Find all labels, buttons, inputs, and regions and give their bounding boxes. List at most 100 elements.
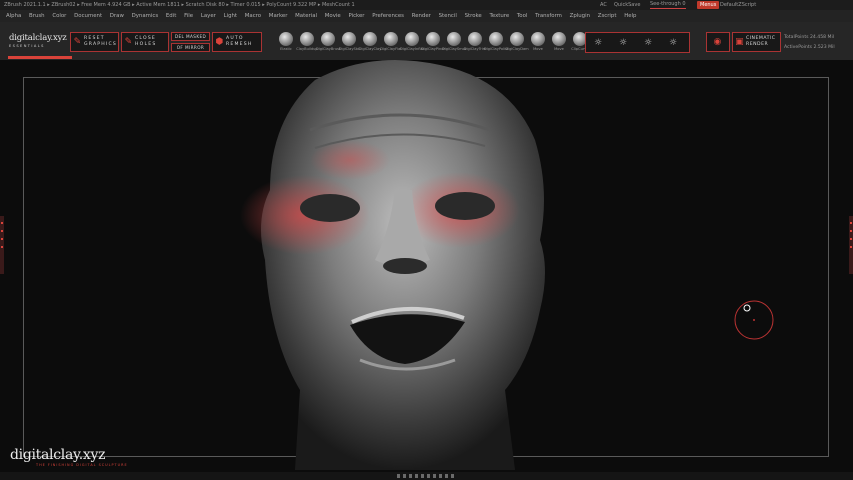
brush-slot[interactable]: DigiClayDam bbox=[505, 30, 529, 54]
menu-bar: Alpha Brush Color Document Draw Dynamics… bbox=[0, 10, 853, 22]
active-points: ActivePoints 2.523 Mil bbox=[784, 45, 835, 50]
menu-layer[interactable]: Layer bbox=[201, 10, 216, 22]
brush-slot[interactable]: DigiClayStd bbox=[339, 30, 359, 54]
del-masked-button[interactable]: DEL MASKED bbox=[171, 32, 210, 41]
brush-slot[interactable]: DigiClayClay bbox=[359, 30, 381, 54]
menu-render[interactable]: Render bbox=[412, 10, 431, 22]
del-masked-group: DEL MASKED OF MIRROR bbox=[171, 32, 210, 52]
logo-text: digitalclay.xyz bbox=[9, 33, 67, 43]
menu-texture[interactable]: Texture bbox=[489, 10, 509, 22]
menu-help[interactable]: Help bbox=[624, 10, 636, 22]
head-bust bbox=[240, 60, 545, 470]
menu-file[interactable]: File bbox=[184, 10, 193, 22]
brush-ball-icon bbox=[510, 32, 524, 46]
wand-icon: ✎ bbox=[73, 37, 83, 47]
brush-slot[interactable]: DigiClayPinch bbox=[421, 30, 445, 54]
of-mirror-button[interactable]: OF MIRROR bbox=[171, 43, 210, 52]
brush-slot[interactable]: DigiClayInflat bbox=[400, 30, 424, 54]
close-holes-line1: CLOSE bbox=[135, 36, 157, 41]
camera-button[interactable]: ◉ bbox=[706, 32, 730, 52]
menus-toggle-button[interactable]: Menus bbox=[697, 1, 720, 9]
menu-material[interactable]: Material bbox=[295, 10, 317, 22]
auto-remesh-button[interactable]: ⬢ AUTO REMESH bbox=[212, 32, 262, 52]
brush-slot[interactable]: DigiClayPolish bbox=[484, 30, 508, 54]
logo-tagline: ESSENTIALS bbox=[9, 44, 45, 48]
render-icon: ▣ bbox=[735, 37, 745, 47]
light-bulb-icon[interactable]: ☼ bbox=[617, 36, 629, 50]
light-presets-group: ☼ ☼ ☼ ☼ bbox=[585, 32, 690, 53]
menu-edit[interactable]: Edit bbox=[166, 10, 176, 22]
quicksave-button[interactable]: QuickSave bbox=[614, 0, 640, 10]
menu-tool[interactable]: Tool bbox=[517, 10, 527, 22]
brush-slot[interactable]: DigiClaySmooth bbox=[442, 30, 466, 54]
brush-ball-icon bbox=[363, 32, 377, 46]
active-tab-underline bbox=[8, 56, 72, 59]
menu-zscript[interactable]: Zscript bbox=[598, 10, 617, 22]
cinematic-render-line1: CINEMATIC bbox=[746, 36, 776, 41]
brush-slot[interactable]: ClayBuildup bbox=[296, 30, 318, 54]
reset-graphics-line1: RESET bbox=[84, 36, 105, 41]
right-tray-handle[interactable] bbox=[849, 216, 853, 274]
see-through-slider[interactable]: See-through 0 bbox=[650, 0, 686, 9]
brush-ball-icon bbox=[447, 32, 461, 46]
menu-movie[interactable]: Movie bbox=[325, 10, 341, 22]
brush-slot[interactable]: DigiClayTrim bbox=[464, 30, 486, 54]
watermark: digitalclay.xyz THE FINISHING DIGITAL SC… bbox=[10, 447, 128, 467]
cinematic-render-button[interactable]: ▣ CINEMATIC RENDER bbox=[732, 32, 781, 52]
point-stats: TotalPoints 24.458 Mil ActivePoints 2.52… bbox=[784, 33, 835, 53]
auto-remesh-line1: AUTO bbox=[226, 36, 244, 41]
menu-brush[interactable]: Brush bbox=[29, 10, 45, 22]
auto-remesh-line2: REMESH bbox=[226, 42, 253, 47]
menu-draw[interactable]: Draw bbox=[110, 10, 124, 22]
brush-ball-icon bbox=[279, 32, 293, 46]
ac-label[interactable]: AC bbox=[600, 0, 607, 10]
brush-ball-icon bbox=[384, 32, 398, 46]
wand-icon: ✎ bbox=[124, 37, 134, 47]
close-holes-line2: HOLES bbox=[135, 42, 157, 47]
brush-slot[interactable]: DigiClayFlat bbox=[380, 30, 402, 54]
menu-picker[interactable]: Picker bbox=[348, 10, 364, 22]
brush-slot[interactable]: Move bbox=[528, 30, 548, 54]
bottom-tray bbox=[0, 472, 853, 480]
left-tray-handle[interactable] bbox=[0, 216, 4, 274]
hexagon-icon: ⬢ bbox=[215, 37, 225, 47]
watermark-text: digitalclay.xyz bbox=[10, 447, 106, 463]
menu-zplugin[interactable]: Zplugin bbox=[570, 10, 590, 22]
reset-graphics-button[interactable]: ✎ RESET GRAPHICS bbox=[70, 32, 119, 52]
menu-stroke[interactable]: Stroke bbox=[465, 10, 482, 22]
sculpt-model[interactable] bbox=[240, 60, 560, 474]
default-zscript-button[interactable]: DefaultZScript bbox=[720, 0, 756, 10]
brush-ball-icon bbox=[489, 32, 503, 46]
total-points: TotalPoints 24.458 Mil bbox=[784, 35, 835, 40]
brush-ball-icon bbox=[321, 32, 335, 46]
menu-dynamics[interactable]: Dynamics bbox=[132, 10, 159, 22]
light-bulb-icon[interactable]: ☼ bbox=[592, 36, 604, 50]
menu-document[interactable]: Document bbox=[74, 10, 102, 22]
reset-graphics-line2: GRAPHICS bbox=[84, 42, 118, 47]
menu-color[interactable]: Color bbox=[52, 10, 66, 22]
brush-ball-icon bbox=[531, 32, 545, 46]
close-holes-button[interactable]: ✎ CLOSE HOLES bbox=[121, 32, 169, 52]
menu-transform[interactable]: Transform bbox=[535, 10, 562, 22]
brush-ball-icon bbox=[405, 32, 419, 46]
menu-macro[interactable]: Macro bbox=[245, 10, 261, 22]
brush-ball-icon bbox=[426, 32, 440, 46]
brush-cursor bbox=[734, 300, 774, 340]
light-bulb-icon[interactable]: ☼ bbox=[642, 36, 654, 50]
digitalclay-logo: digitalclay.xyz ESSENTIALS bbox=[9, 33, 69, 53]
watermark-tagline: THE FINISHING DIGITAL SCULPTURE bbox=[36, 463, 128, 467]
title-bar: ZBrush 2021.1.1 ▸ ZBrush02 ▸ Free Mem 4.… bbox=[0, 0, 853, 10]
cinematic-render-line2: RENDER bbox=[746, 42, 769, 47]
light-bulb-icon[interactable]: ☼ bbox=[667, 36, 679, 50]
menu-alpha[interactable]: Alpha bbox=[6, 10, 21, 22]
menu-light[interactable]: Light bbox=[224, 10, 237, 22]
brush-slot[interactable]: DigiClayBrush bbox=[316, 30, 340, 54]
brush-slot[interactable]: Elastic bbox=[276, 30, 296, 54]
menu-stencil[interactable]: Stencil bbox=[439, 10, 457, 22]
brush-ball-icon bbox=[342, 32, 356, 46]
menu-preferences[interactable]: Preferences bbox=[372, 10, 404, 22]
menu-marker[interactable]: Marker bbox=[269, 10, 288, 22]
bottom-tray-handle[interactable] bbox=[397, 474, 457, 478]
brush-slot[interactable]: Move bbox=[549, 30, 569, 54]
camera-icon: ◉ bbox=[713, 37, 723, 47]
